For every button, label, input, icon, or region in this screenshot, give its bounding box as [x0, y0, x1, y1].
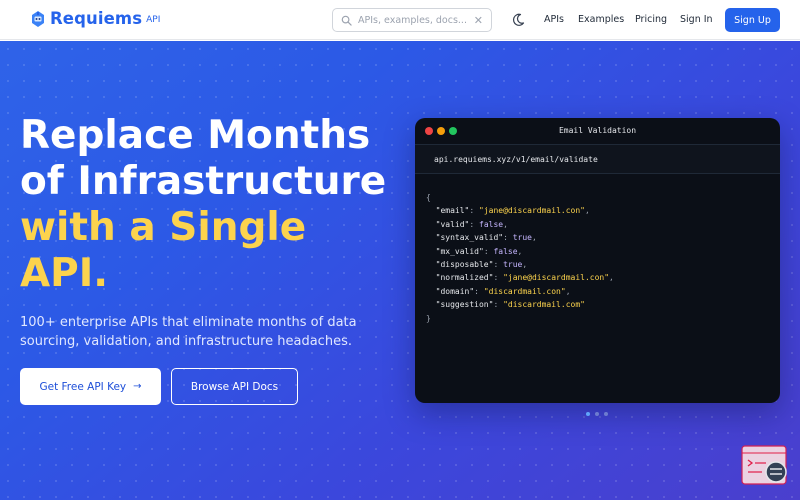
hero-section: Replace Months of Infrastructure with a … — [0, 41, 800, 500]
json-key: "email" — [435, 206, 470, 216]
json-value: "discardmail.com" — [503, 300, 585, 310]
json-field-row: "syntax_valid": true, — [435, 233, 537, 243]
json-value: false — [479, 219, 504, 229]
json-field-row: "valid": false, — [435, 219, 508, 229]
code-example-window: Email Validation api.requiems.xyz/v1/ema… — [415, 118, 780, 403]
json-field-row: "domain": "discardmail.con", — [435, 286, 571, 296]
nav-link-apis[interactable]: APIs — [544, 14, 564, 25]
hero-subtext: 100+ enterprise APIs that eliminate mont… — [20, 315, 357, 349]
carousel-dot[interactable] — [595, 412, 599, 416]
terminal-widget-icon[interactable] — [740, 443, 790, 487]
get-free-api-key-button[interactable]: Get Free API Key → — [20, 368, 161, 405]
sign-up-button[interactable]: Sign Up — [725, 8, 780, 32]
moon-icon[interactable] — [511, 13, 525, 27]
search-box[interactable]: ✕ — [332, 8, 492, 32]
brand-tag: API — [146, 15, 161, 25]
get-free-api-key-label: Get Free API Key — [39, 380, 127, 393]
json-key: "normalized" — [435, 273, 494, 283]
hero-headline: Replace Months of Infrastructure with a … — [20, 113, 400, 297]
json-field-row: "mx_valid": false, — [435, 246, 523, 256]
endpoint-url: api.requiems.xyz/v1/email/validate — [434, 155, 598, 164]
headline-line-4: API. — [20, 251, 109, 296]
json-value: "jane@discardmail.con" — [479, 206, 585, 216]
json-value: true — [512, 233, 532, 243]
json-key: "suggestion" — [435, 300, 494, 310]
headline-line-1: Replace Months — [20, 113, 371, 158]
json-field-row: "disposable": true, — [435, 259, 528, 269]
json-close-brace: } — [426, 313, 431, 323]
json-open-brace: { — [426, 193, 431, 202]
json-key: "syntax_valid" — [435, 233, 504, 243]
json-value: "discardmail.con" — [483, 286, 566, 296]
json-response: { "email": "jane@discardmail.con", "vali… — [426, 191, 614, 325]
json-field-row: "email": "jane@discardmail.con", — [435, 206, 590, 216]
nav-link-pricing[interactable]: Pricing — [635, 14, 667, 25]
carousel-indicators — [586, 412, 613, 416]
carousel-dot[interactable] — [604, 412, 608, 416]
window-titlebar: Email Validation — [415, 118, 780, 144]
close-icon[interactable]: ✕ — [474, 15, 483, 26]
json-value: true — [503, 259, 523, 269]
headline-line-2: of Infrastructure — [20, 159, 387, 204]
json-key: "mx_valid" — [435, 246, 484, 256]
search-input[interactable] — [358, 10, 474, 30]
arrow-right-icon: → — [133, 381, 142, 392]
json-key: "disposable" — [435, 259, 494, 269]
nav-link-examples[interactable]: Examples — [578, 14, 624, 25]
carousel-dot[interactable] — [586, 412, 590, 416]
json-field-row: "suggestion": "discardmail.com" — [435, 300, 585, 310]
json-value: "jane@discardmail.con" — [503, 273, 610, 283]
browse-api-docs-button[interactable]: Browse API Docs — [171, 368, 298, 405]
endpoint-url-bar: api.requiems.xyz/v1/email/validate — [415, 144, 780, 174]
window-title: Email Validation — [558, 126, 637, 135]
json-key: "valid" — [435, 219, 470, 229]
json-value: false — [493, 246, 518, 256]
nav-link-sign-in[interactable]: Sign In — [680, 14, 713, 25]
search-icon — [341, 15, 352, 26]
headline-accent: with a Single — [20, 205, 307, 250]
json-field-row: "normalized": "jane@discardmail.con", — [435, 273, 614, 283]
json-key: "domain" — [435, 286, 475, 296]
brand-name: Requiems — [50, 9, 143, 28]
robot-logo-icon — [32, 10, 44, 27]
brand-logo[interactable]: Requiems API — [30, 9, 160, 28]
top-navbar: Requiems API ✕ APIs Examples Pricing Sig… — [0, 0, 800, 40]
